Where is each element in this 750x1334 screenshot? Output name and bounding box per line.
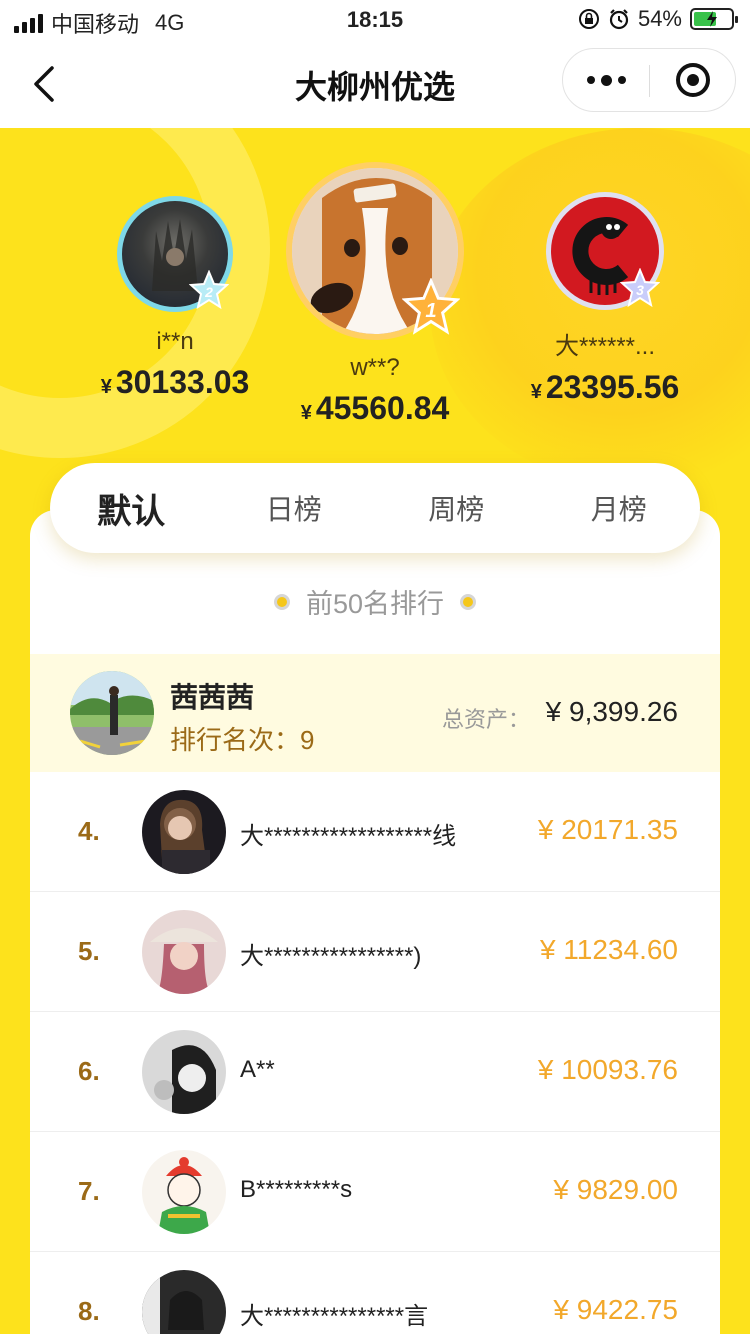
rank-1-badge-icon: 1 — [402, 278, 460, 335]
avatar — [142, 910, 226, 994]
user-name: 大***************言 — [240, 1303, 429, 1330]
list-item[interactable]: 6. A** ¥ 10093.76 — [30, 1012, 720, 1132]
list-item[interactable]: 7. B*********s ¥ 9829.00 — [30, 1132, 720, 1252]
svg-text:2: 2 — [204, 284, 213, 300]
podium-second[interactable]: 2 i**n ¥30133.03 — [70, 196, 280, 401]
svg-text:3: 3 — [636, 282, 644, 298]
dot-icon — [460, 593, 477, 610]
rank-number: 5. — [78, 936, 100, 966]
amount: ¥ 9829.00 — [553, 1174, 678, 1205]
rank-3-badge-icon: 3 — [620, 268, 660, 308]
close-mini-program-button[interactable] — [676, 63, 710, 97]
podium-amount: ¥23395.56 — [530, 369, 680, 405]
podium-first[interactable]: 1 w**? ¥45560.84 — [270, 162, 480, 427]
more-button[interactable] — [563, 49, 649, 111]
total-assets-label: 总资产： — [442, 707, 531, 732]
rank-number: 8. — [78, 1296, 100, 1326]
amount: ¥ 20171.35 — [537, 814, 678, 845]
my-total-assets: ¥ 9,399.26 — [545, 696, 678, 727]
battery-percent: 54% — [637, 6, 682, 31]
mini-program-capsule — [562, 48, 736, 112]
rank-list: 4. 大******************线 ¥ 20171.35 5. 大*… — [30, 772, 720, 1334]
battery-icon — [690, 8, 738, 30]
amount: ¥ 11234.60 — [539, 934, 678, 965]
avatar: 1 — [286, 162, 464, 340]
rank-number: 6. — [78, 1056, 100, 1086]
podium-third[interactable]: 3 大******... ¥23395.56 — [500, 192, 710, 406]
rank-number: 4. — [78, 816, 100, 846]
podium-amount: ¥45560.84 — [300, 390, 450, 426]
amount: ¥ 9422.75 — [553, 1294, 678, 1325]
avatar: 3 — [546, 192, 664, 310]
tab-weekly[interactable]: 周榜 — [375, 488, 538, 528]
avatar — [142, 1030, 226, 1114]
nav-bar: 大柳州优选 — [0, 40, 750, 128]
user-name: B*********s — [240, 1176, 353, 1203]
alarm-icon — [609, 9, 629, 30]
podium-amount: ¥30133.03 — [100, 364, 250, 400]
user-name: 大******************线 — [240, 823, 457, 850]
tab-default[interactable]: 默认 — [50, 484, 213, 537]
podium-name: w**? — [350, 354, 400, 381]
rank-2-badge-icon: 2 — [189, 270, 229, 310]
list-item[interactable]: 4. 大******************线 ¥ 20171.35 — [30, 772, 720, 892]
user-name: A** — [240, 1056, 275, 1083]
podium-name: 大******... — [554, 333, 656, 360]
avatar — [142, 790, 226, 874]
avatar — [142, 1150, 226, 1234]
dot-icon — [273, 593, 290, 610]
period-tabs: 默认 日榜 周榜 月榜 — [50, 463, 700, 553]
section-title: 前50名排行 — [0, 582, 750, 621]
user-name: 大****************) — [240, 943, 422, 970]
tab-monthly[interactable]: 月榜 — [538, 488, 701, 528]
my-rank: 排行名次：9 — [170, 725, 315, 755]
list-item[interactable]: 8. 大***************言 ¥ 9422.75 — [30, 1252, 720, 1334]
avatar — [70, 671, 154, 755]
my-rank-row[interactable]: 茜茜茜 排行名次：9 总资产： ¥ 9,399.26 — [30, 654, 720, 772]
tab-daily[interactable]: 日榜 — [213, 488, 376, 528]
rank-number: 7. — [78, 1176, 100, 1206]
svg-text:1: 1 — [425, 300, 436, 322]
my-name: 茜茜茜 — [170, 682, 255, 713]
orientation-lock-icon — [578, 9, 599, 29]
avatar: 2 — [117, 196, 233, 312]
list-item[interactable]: 5. 大****************) ¥ 11234.60 — [30, 892, 720, 1012]
more-icon — [586, 76, 595, 84]
amount: ¥ 10093.76 — [537, 1054, 678, 1085]
status-bar: 中国移动 4G 18:15 54% — [0, 0, 750, 40]
avatar — [142, 1270, 226, 1334]
podium-name: i**n — [156, 328, 194, 355]
